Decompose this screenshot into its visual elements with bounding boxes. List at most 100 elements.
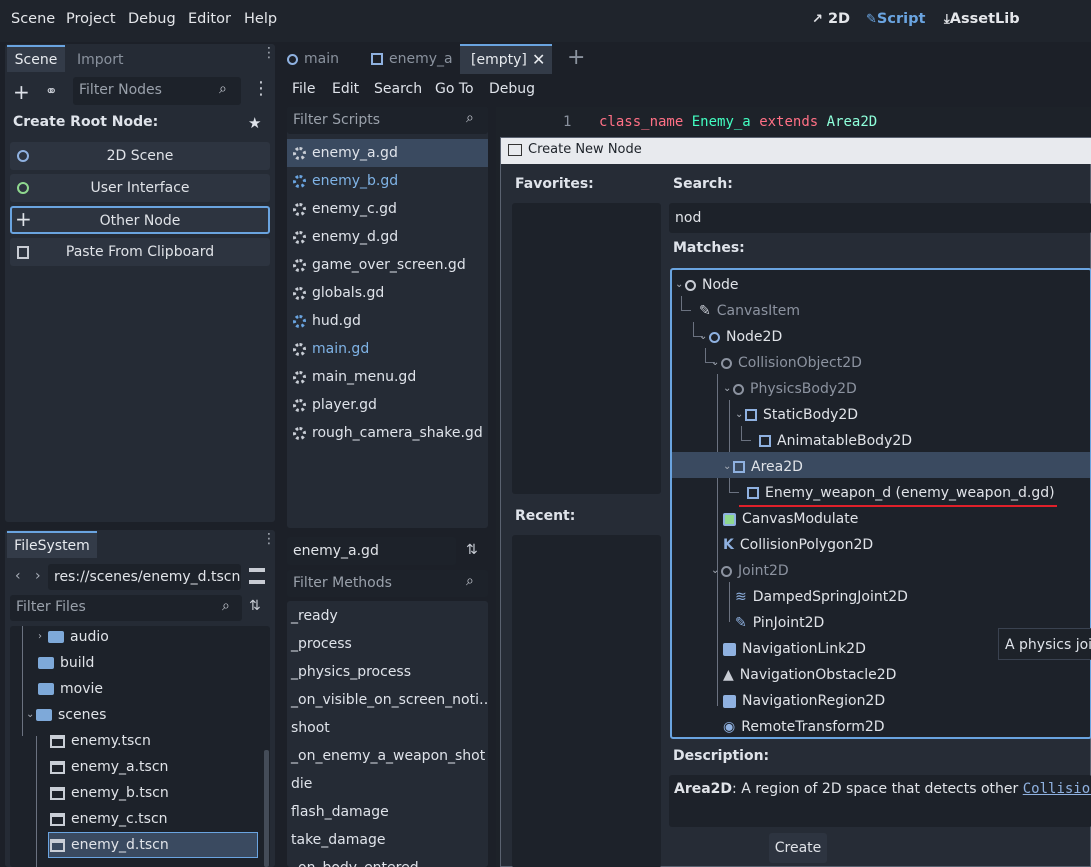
method-item[interactable]: _on_body_entered — [291, 855, 419, 867]
tree-node[interactable]: ⌄ PhysicsBody2D — [723, 376, 857, 402]
tree-item-enemy-a[interactable]: enemy_a.tscn — [50, 754, 168, 780]
filter-files-input[interactable]: Filter Files ⌕ — [10, 595, 242, 621]
menu-project[interactable]: Project — [66, 11, 116, 27]
script-menu-goto[interactable]: Go To — [435, 81, 474, 97]
method-item[interactable]: shoot — [291, 715, 330, 741]
menu-help[interactable]: Help — [244, 11, 277, 27]
method-item[interactable]: _process — [291, 631, 352, 657]
script-menu-debug[interactable]: Debug — [489, 81, 535, 97]
tree-item-enemy-d[interactable]: enemy_d.tscn — [48, 832, 258, 858]
paste-from-clipboard-button[interactable]: Paste From Clipboard — [10, 238, 270, 266]
tree-node[interactable]: ⌄ CollisionObject2D — [711, 350, 862, 376]
tab-import[interactable]: Import — [77, 48, 123, 72]
method-item[interactable]: _on_enemy_a_weapon_shot — [291, 743, 485, 769]
gear-icon — [293, 258, 306, 272]
method-item[interactable]: _ready — [291, 603, 338, 629]
tree-item-enemy-b[interactable]: enemy_b.tscn — [50, 780, 169, 806]
script-item[interactable]: main_menu.gd — [287, 364, 416, 390]
star-icon[interactable]: ★ — [248, 114, 261, 132]
tree-item-scenes[interactable]: ⌄ scenes — [26, 702, 106, 728]
tree-node-area2d[interactable]: ⌄ Area2D — [723, 454, 803, 480]
tree-node[interactable]: ⌄ Node — [675, 272, 739, 298]
tree-node[interactable]: NavigationLink2D — [723, 636, 866, 662]
tree-item-enemy-c[interactable]: enemy_c.tscn — [50, 806, 168, 832]
tree-node[interactable]: ⌄ Node2D — [699, 324, 782, 350]
workspace-2d-button[interactable]: ↗ 2D — [812, 11, 850, 27]
tree-node[interactable]: ✎ CanvasItem — [699, 298, 800, 324]
favorites-list[interactable] — [512, 203, 661, 494]
user-interface-button[interactable]: User Interface — [10, 174, 270, 202]
tab-menu-icon[interactable]: ⋮ — [262, 46, 276, 60]
search-input[interactable]: nod — [669, 203, 1091, 233]
tree-node[interactable]: ≋ DampedSpringJoint2D — [735, 584, 908, 610]
recent-list[interactable] — [512, 535, 661, 867]
method-item[interactable]: take_damage — [291, 827, 385, 853]
script-item[interactable]: game_over_screen.gd — [287, 252, 466, 278]
forward-icon[interactable]: › — [35, 568, 41, 584]
tab-enemy-a[interactable]: enemy_a — [371, 46, 453, 72]
script-item[interactable]: player.gd — [287, 392, 377, 418]
description-link[interactable]: CollisionOb — [1023, 781, 1091, 797]
more-icon[interactable]: ⋮ — [252, 80, 270, 98]
scrollbar[interactable] — [264, 750, 269, 867]
script-item[interactable]: globals.gd — [287, 280, 384, 306]
tree-node-enemy-weapon[interactable]: Enemy_weapon_d (enemy_weapon_d.gd) — [747, 480, 1055, 506]
script-item[interactable]: enemy_a.gd — [287, 140, 398, 166]
tree-node[interactable]: ⌄ Joint2D — [711, 558, 789, 584]
file-tree[interactable]: › audio build movie ⌄ scenes enemy.tscn en… — [10, 626, 270, 867]
tree-node[interactable]: ⌄ StaticBody2D — [735, 402, 858, 428]
2d-scene-button[interactable]: 2D Scene — [10, 142, 270, 170]
split-mode-icon[interactable] — [249, 568, 265, 584]
tree-node[interactable]: ✎ PinJoint2D — [735, 610, 824, 636]
link-icon[interactable]: ⚭ — [45, 82, 58, 100]
filter-methods-input[interactable]: Filter Methods ⌕ — [287, 570, 488, 597]
script-menu-search[interactable]: Search — [374, 81, 422, 97]
tree-node[interactable]: AnimatableBody2D — [759, 428, 912, 454]
script-item[interactable]: hud.gd — [287, 308, 361, 334]
filter-nodes-input[interactable]: Filter Nodes ⌕ — [73, 77, 241, 105]
filter-scripts-input[interactable]: Filter Scripts ⌕ — [287, 107, 488, 134]
tree-node[interactable]: ▲ NavigationObstacle2D — [723, 662, 896, 688]
script-item[interactable]: enemy_d.gd — [287, 224, 398, 250]
tab-empty[interactable]: [empty] ✕ — [460, 44, 552, 74]
tab-scene[interactable]: Scene — [7, 45, 65, 72]
tree-node[interactable]: ◉ RemoteTransform2D — [723, 714, 885, 737]
tree-item-build[interactable]: build — [38, 650, 94, 676]
dialog-titlebar: Create New Node — [501, 138, 1091, 164]
tree-node[interactable]: K CollisionPolygon2D — [723, 532, 873, 558]
workspace-script-button[interactable]: ✎Script — [866, 11, 925, 27]
menu-editor[interactable]: Editor — [188, 11, 231, 27]
workspace-assetlib-button[interactable]: ⤓AssetLib — [944, 11, 1020, 27]
script-menu-file[interactable]: File — [292, 81, 315, 97]
script-item[interactable]: enemy_c.gd — [287, 196, 397, 222]
path-field[interactable]: res://scenes/enemy_d.tscn — [48, 564, 241, 590]
sort-icon[interactable]: ⇅ — [466, 542, 478, 558]
tab-menu-icon[interactable]: ⋮ — [262, 532, 276, 546]
tree-item-movie[interactable]: movie — [38, 676, 103, 702]
add-node-icon[interactable]: + — [13, 80, 30, 104]
script-item[interactable]: enemy_b.gd — [287, 168, 398, 194]
method-item[interactable]: _physics_process — [291, 659, 411, 685]
back-icon[interactable]: ‹ — [15, 568, 21, 584]
script-menu-edit[interactable]: Edit — [332, 81, 359, 97]
create-button[interactable]: Create — [769, 833, 827, 863]
add-tab-icon[interactable]: + — [567, 44, 585, 72]
tree-node[interactable]: NavigationRegion2D — [723, 688, 885, 714]
search-icon: ⌕ — [219, 81, 227, 97]
method-item[interactable]: die — [291, 771, 312, 797]
tab-main[interactable]: main — [287, 46, 339, 72]
script-item[interactable]: rough_camera_shake.gd — [287, 420, 483, 446]
menu-scene[interactable]: Scene — [11, 11, 55, 27]
menu-debug[interactable]: Debug — [128, 11, 176, 27]
tab-filesystem[interactable]: FileSystem — [7, 531, 97, 558]
other-node-button[interactable]: + Other Node — [10, 206, 270, 234]
tree-node[interactable]: CanvasModulate — [723, 506, 858, 532]
matches-tree[interactable]: ⌄ Node ✎ CanvasItem ⌄ Node2D ⌄ CollisionObje… — [670, 268, 1091, 739]
method-item[interactable]: flash_damage — [291, 799, 389, 825]
close-icon[interactable]: ✕ — [532, 46, 545, 74]
tree-item-audio[interactable]: › audio — [38, 626, 109, 650]
method-item[interactable]: _on_visible_on_screen_noti… — [291, 687, 488, 713]
sort-icon[interactable]: ⇅ — [249, 598, 261, 614]
script-item[interactable]: main.gd — [287, 336, 369, 362]
tree-item-enemy[interactable]: enemy.tscn — [50, 728, 151, 754]
